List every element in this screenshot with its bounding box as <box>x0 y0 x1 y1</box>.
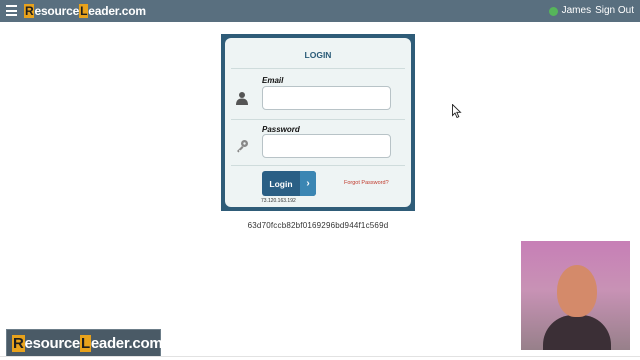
ip-address: 73.120.163.192 <box>261 198 296 204</box>
login-title: LOGIN <box>304 50 332 60</box>
presenter-face <box>557 265 597 317</box>
brand-cap-l: L <box>79 4 89 18</box>
brand-logo[interactable]: ResourceLeader.com <box>24 3 146 19</box>
brand-text-2: eader.com <box>88 4 146 18</box>
login-frame: LOGIN Email Password Login › Forgot Pass… <box>221 34 415 211</box>
login-button-label: Login <box>269 178 293 189</box>
divider <box>231 68 405 69</box>
badge-cap-r: R <box>12 334 25 352</box>
badge-text-1: esource <box>24 334 81 352</box>
top-navigation-bar: ResourceLeader.com James Sign Out <box>0 0 640 22</box>
user-name[interactable]: James <box>562 4 591 18</box>
password-field[interactable] <box>262 134 391 158</box>
badge-text: ResourceLeader.com <box>12 334 163 352</box>
divider <box>231 165 405 166</box>
user-online-icon <box>548 6 558 16</box>
badge-text-2: eader.com <box>90 334 163 352</box>
hamburger-menu-icon[interactable] <box>6 5 17 16</box>
mouse-pointer-icon <box>452 104 462 118</box>
user-area: James Sign Out <box>548 4 634 18</box>
chevron-right-icon: › <box>300 171 316 196</box>
login-panel: LOGIN Email Password Login › Forgot Pass… <box>225 38 411 207</box>
person-icon <box>236 92 248 105</box>
sign-out-link[interactable]: Sign Out <box>595 4 634 18</box>
login-button[interactable]: Login › <box>262 171 316 196</box>
webcam-overlay <box>521 241 630 350</box>
brand-cap-r: R <box>24 4 35 18</box>
email-field[interactable] <box>262 86 391 110</box>
key-icon <box>237 140 248 153</box>
brand-text-1: esource <box>34 4 80 18</box>
forgot-password-link[interactable]: Forgot Password? <box>344 180 389 186</box>
bottom-divider <box>0 356 640 357</box>
session-hash: 63d70fccb82bf0169296bd944f1c569d <box>247 221 389 230</box>
badge-cap-l: L <box>79 334 91 352</box>
password-label: Password <box>262 125 300 134</box>
divider <box>231 119 405 120</box>
email-label: Email <box>262 76 284 85</box>
brand-badge: ResourceLeader.com <box>6 329 163 357</box>
page: ResourceLeader.com James Sign Out LOGIN … <box>0 0 640 360</box>
